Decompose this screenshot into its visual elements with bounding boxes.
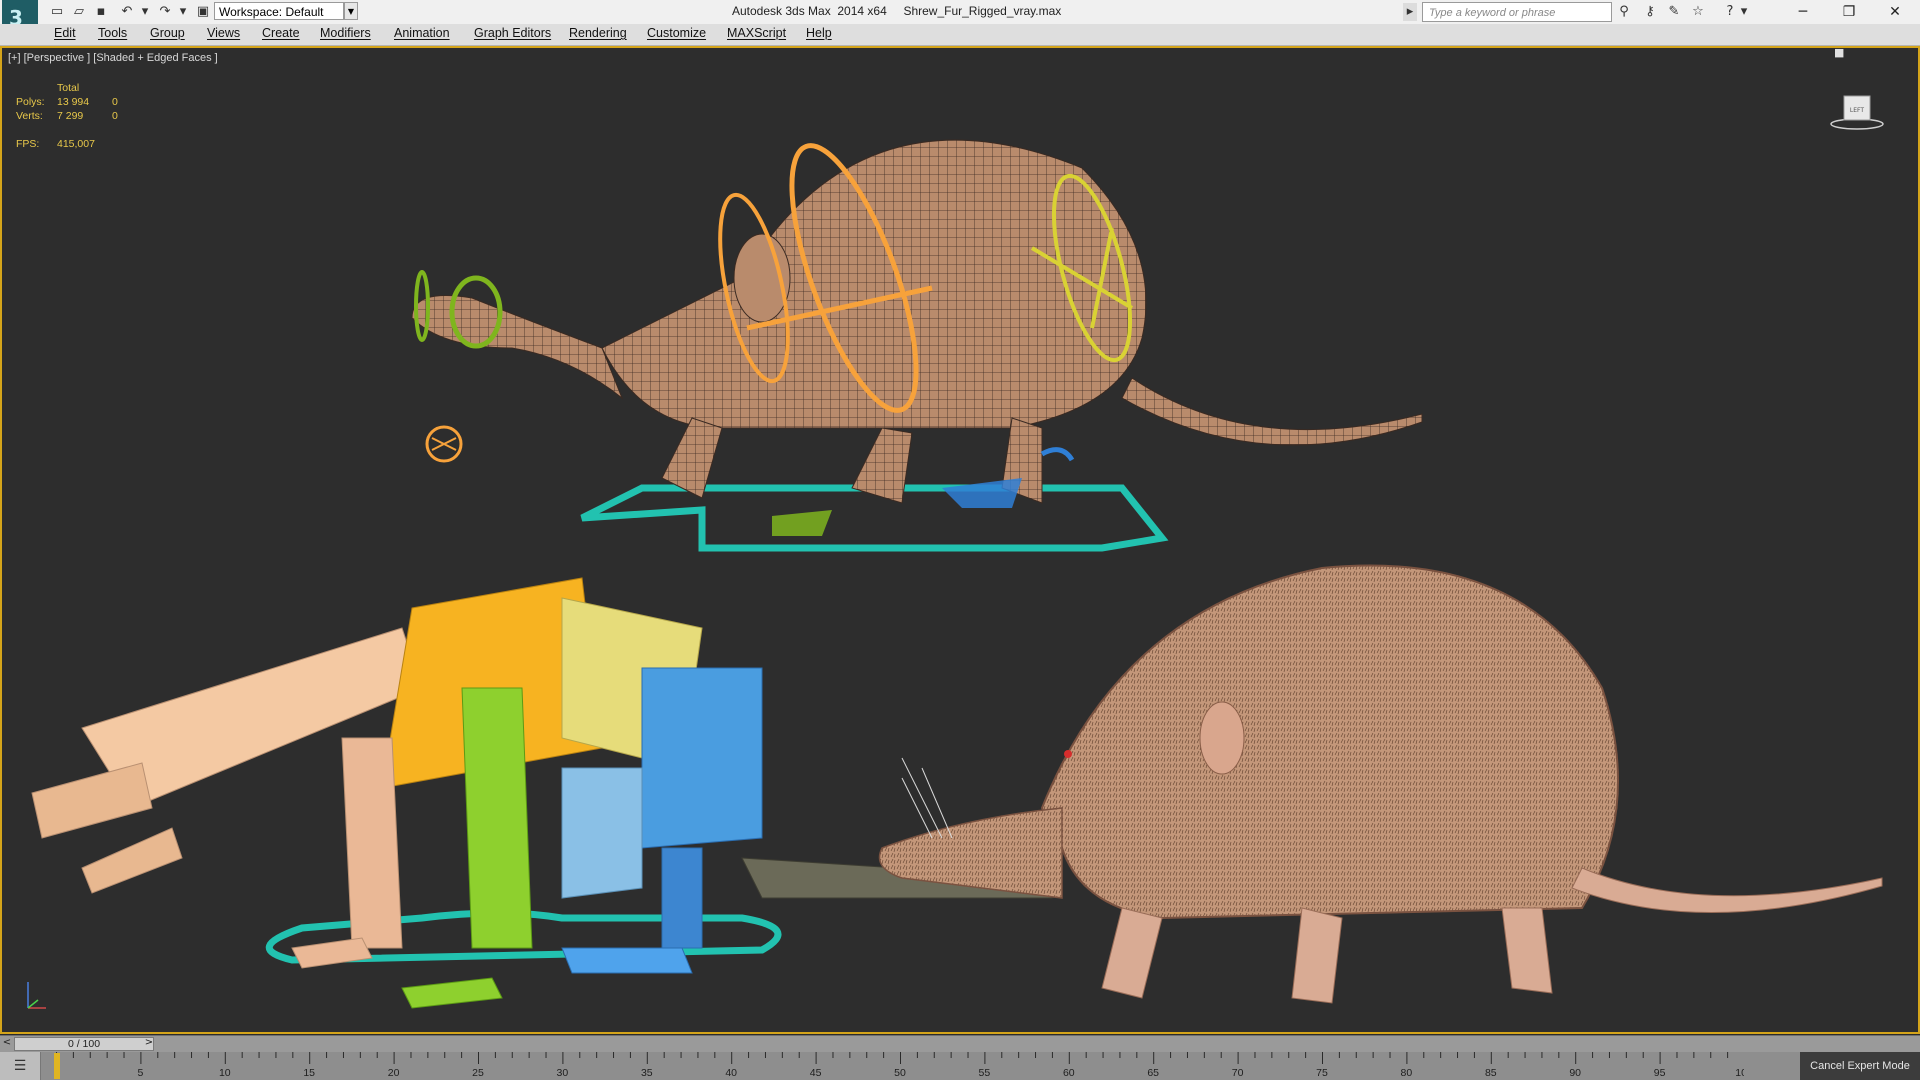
stats-fps-label: FPS:: [16, 138, 40, 150]
search-input[interactable]: Type a keyword or phrase: [1422, 2, 1612, 22]
stats-polys-total: 13 994: [57, 96, 90, 108]
ruler-tick-label: 5: [137, 1067, 143, 1079]
minimize-button[interactable]: ─: [1780, 0, 1826, 24]
help-dropdown-icon[interactable]: ▾: [1738, 3, 1750, 21]
favorites-star-icon[interactable]: ☆: [1688, 3, 1708, 21]
menu-edit[interactable]: Edit: [54, 26, 76, 40]
project-folder-icon[interactable]: ▣: [194, 3, 212, 21]
scene-render[interactable]: [2, 48, 1918, 1032]
previous-frame-button[interactable]: <: [0, 1037, 14, 1052]
viewport-label-menu[interactable]: [+] [Perspective ] [Shaded + Edged Faces…: [8, 52, 218, 64]
ground-control-ring[interactable]: [580, 484, 1169, 552]
hip-block[interactable]: [641, 667, 763, 849]
workspace-dropdown[interactable]: Workspace: Default: [214, 2, 344, 20]
save-file-icon[interactable]: ▪: [92, 3, 110, 21]
track-bar[interactable]: ☰ 5 10 15 20 25 30 35 40 45 50 55 60 65 70 75 80 85 90 95 1…: [0, 1052, 1920, 1080]
ruler-tick-label: 30: [557, 1067, 569, 1079]
rigged-shrew-wireframe[interactable]: [411, 132, 1423, 552]
title-bar: 3 ▭ ▱ ▪ ↶ ▾ ↷ ▾ ▣ Workspace: Default ▼ A…: [0, 0, 1920, 40]
ruler-tick-label: 15: [303, 1067, 315, 1079]
menu-rendering[interactable]: Rendering: [569, 26, 627, 40]
menu-maxscript[interactable]: MAXScript: [727, 26, 786, 40]
stats-verts-selected: 0: [112, 110, 118, 122]
open-file-icon[interactable]: ▱: [70, 3, 88, 21]
menu-group[interactable]: Group: [150, 26, 185, 40]
ruler-tick-label: 100: [1735, 1067, 1744, 1079]
axis-tripod-icon: [27, 982, 46, 1009]
stats-verts-label: Verts:: [16, 110, 43, 122]
lock-icon[interactable]: ■: [1834, 46, 1844, 59]
ruler-tick-label: 85: [1485, 1067, 1497, 1079]
ruler-tick-label: 80: [1401, 1067, 1413, 1079]
redo-icon[interactable]: ↷: [156, 3, 174, 21]
help-icon[interactable]: ?: [1720, 3, 1740, 21]
viewcube-icon: LEFT: [1830, 95, 1884, 130]
menu-help[interactable]: Help: [806, 26, 832, 40]
menu-views[interactable]: Views: [207, 26, 240, 40]
menu-bar: Edit Tools Group Views Create Modifiers …: [0, 24, 1920, 46]
next-frame-button[interactable]: >: [142, 1037, 156, 1052]
redo-dropdown-icon[interactable]: ▾: [174, 3, 192, 21]
ruler-tick-label: 75: [1316, 1067, 1328, 1079]
stats-polys-selected: 0: [112, 96, 118, 108]
current-frame-marker[interactable]: [54, 1053, 60, 1079]
ruler-tick-label: 70: [1232, 1067, 1244, 1079]
stats-total-label: Total: [57, 82, 80, 94]
ruler-tick-label: 55: [979, 1067, 991, 1079]
ruler-tick-label: 60: [1063, 1067, 1075, 1079]
app-name: Autodesk 3ds Max 2014 x64: [732, 4, 887, 18]
stats-fps-value: 415,007: [57, 138, 95, 150]
file-name: Shrew_Fur_Rigged_vray.max: [903, 4, 1062, 18]
time-slider[interactable]: < 0 / 100 >: [0, 1035, 1920, 1053]
ruler-tick-label: 45: [810, 1067, 822, 1079]
menu-customize[interactable]: Customize: [647, 26, 706, 40]
window-title: Autodesk 3ds Max 2014 x64 Shrew_Fur_Rigg…: [732, 4, 1061, 18]
menu-tools[interactable]: Tools: [98, 26, 127, 40]
menu-create[interactable]: Create: [262, 26, 300, 40]
viewcube-widget[interactable]: LEFT: [1830, 88, 1884, 134]
frame-ruler[interactable]: 5 10 15 20 25 30 35 40 45 50 55 60 65 70 75 80 85 90 95 100: [56, 1052, 1744, 1080]
restore-button[interactable]: ❐: [1826, 0, 1872, 24]
perspective-viewport[interactable]: [+] [Perspective ] [Shaded + Edged Faces…: [0, 46, 1920, 1034]
undo-dropdown-icon[interactable]: ▾: [136, 3, 154, 21]
subscription-key-icon[interactable]: ⚷: [1640, 3, 1660, 21]
menu-animation[interactable]: Animation: [394, 26, 450, 40]
infocenter-expand-icon[interactable]: ▸: [1403, 3, 1417, 21]
chevron-down-icon[interactable]: ▼: [344, 2, 358, 20]
close-button[interactable]: ✕: [1872, 0, 1918, 24]
ruler-tick-label: 20: [388, 1067, 400, 1079]
cancel-expert-mode-button[interactable]: Cancel Expert Mode: [1800, 1052, 1920, 1080]
ruler-tick-label: 65: [1147, 1067, 1159, 1079]
ruler-tick-label: 35: [641, 1067, 653, 1079]
menu-graph-editors[interactable]: Graph Editors: [474, 26, 551, 40]
block-rig-proxy[interactable]: [31, 577, 1053, 1009]
rendered-fur-shrew[interactable]: [878, 564, 1883, 1004]
stats-polys-label: Polys:: [16, 96, 45, 108]
viewcube-face-label: LEFT: [1850, 107, 1864, 114]
menu-modifiers[interactable]: Modifiers: [320, 26, 371, 40]
ruler-tick-label: 25: [472, 1067, 484, 1079]
binoculars-icon[interactable]: ⚲: [1614, 3, 1634, 21]
time-slider-thumb[interactable]: 0 / 100: [14, 1037, 154, 1051]
ruler-tick-label: 10: [219, 1067, 231, 1079]
communication-icon[interactable]: ✎: [1664, 3, 1684, 21]
ruler-tick-label: 95: [1654, 1067, 1666, 1079]
ruler-tick-label: 90: [1569, 1067, 1581, 1079]
ruler-tick-label: 50: [894, 1067, 906, 1079]
new-file-icon[interactable]: ▭: [48, 3, 66, 21]
front-leg-block[interactable]: [461, 687, 533, 949]
undo-icon[interactable]: ↶: [118, 3, 136, 21]
stats-verts-total: 7 299: [57, 110, 84, 122]
ruler-tick-label: 40: [725, 1067, 737, 1079]
mini-curve-editor-icon[interactable]: ☰: [0, 1052, 41, 1080]
